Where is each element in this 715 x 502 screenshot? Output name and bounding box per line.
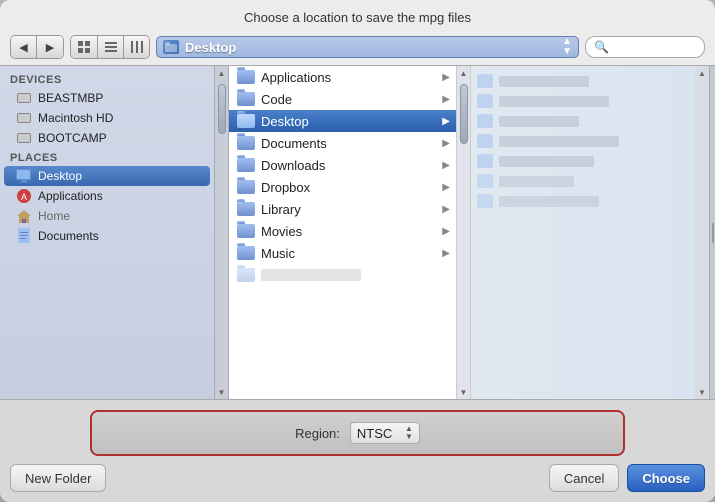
location-label: Desktop [185, 40, 562, 55]
folder-icon-music [237, 245, 255, 261]
sidebar-label-home: Home [38, 209, 70, 223]
bottom-section: Region: NTSC ▲ ▼ New Folder Cancel Choos… [0, 400, 715, 502]
folder-icon-downloads [237, 157, 255, 173]
file-item-blurred [229, 264, 456, 286]
location-dropdown[interactable]: Desktop ▲ ▼ [156, 36, 579, 58]
folder-icon-documents [237, 135, 255, 151]
location-arrows-icon: ▲ ▼ [562, 37, 572, 57]
save-dialog: Choose a location to save the mpg files … [0, 0, 715, 502]
right-buttons: Cancel Choose [549, 464, 705, 492]
file-list-container: Applications ▶ Code ▶ Desktop ▶ [229, 66, 715, 399]
chevron-right-icon-2: ▶ [442, 94, 450, 105]
search-icon: 🔍 [594, 40, 609, 54]
file-item-code[interactable]: Code ▶ [229, 88, 456, 110]
nav-buttons: ◀ ▶ [10, 35, 64, 59]
sidebar-label-desktop: Desktop [38, 169, 82, 183]
column-view-button[interactable] [123, 36, 149, 58]
folder-icon-movies [237, 223, 255, 239]
list-view-button[interactable] [97, 36, 123, 58]
sidebar-label-bootcamp: BOOTCAMP [38, 131, 107, 145]
region-select[interactable]: NTSC ▲ ▼ [350, 422, 420, 444]
location-folder-icon [163, 40, 179, 54]
file-item-library[interactable]: Library ▶ [229, 198, 456, 220]
choose-button[interactable]: Choose [627, 464, 705, 492]
file-label-movies: Movies [261, 224, 302, 239]
file-item-desktop[interactable]: Desktop ▶ [229, 110, 456, 132]
folder-icon-code [237, 91, 255, 107]
sub-column: ▲ ▼ [471, 66, 709, 399]
folder-icon-blurred [237, 267, 255, 283]
icon-view-button[interactable] [71, 36, 97, 58]
hdd-icon-beastmbp [16, 90, 32, 106]
hdd-icon-bootcamp [16, 130, 32, 146]
sidebar-label-documents: Documents [38, 229, 99, 243]
file-label-downloads: Downloads [261, 158, 325, 173]
sidebar-label-beastmbp: BEASTMBP [38, 91, 103, 105]
region-label: Region: [295, 426, 340, 441]
file-item-documents[interactable]: Documents ▶ [229, 132, 456, 154]
file-item-movies[interactable]: Movies ▶ [229, 220, 456, 242]
file-column-scrollbar[interactable]: ▲ ▼ [457, 66, 471, 399]
sidebar-item-beastmbp[interactable]: BEASTMBP [0, 88, 214, 108]
folder-icon-desktop [237, 113, 255, 129]
back-button[interactable]: ◀ [11, 36, 37, 58]
sub-column-scrollbar[interactable]: ▲ ▼ [695, 66, 709, 399]
search-input[interactable] [611, 40, 696, 54]
sidebar-item-documents[interactable]: Documents [0, 226, 214, 246]
chevron-right-icon-4: ▶ [442, 138, 450, 149]
toolbar: ◀ ▶ Desktop ▲ ▼ [0, 31, 715, 65]
region-box: Region: NTSC ▲ ▼ [90, 410, 625, 456]
file-label-applications: Applications [261, 70, 331, 85]
file-item-applications[interactable]: Applications ▶ [229, 66, 456, 88]
new-folder-button[interactable]: New Folder [10, 464, 106, 492]
chevron-right-icon: ▶ [442, 72, 450, 83]
sidebar-item-macintosh-hd[interactable]: Macintosh HD [0, 108, 214, 128]
browser-area: DEVICES BEASTMBP Macintosh HD [0, 65, 715, 400]
folder-icon-applications [237, 69, 255, 85]
folder-icon-dropbox [237, 179, 255, 195]
sidebar: DEVICES BEASTMBP Macintosh HD [0, 66, 215, 399]
folder-icon-library [237, 201, 255, 217]
sidebar-label-macintosh-hd: Macintosh HD [38, 111, 113, 125]
sidebar-item-home[interactable]: Home [0, 206, 214, 226]
applications-icon: A [16, 188, 32, 204]
hdd-icon-macintosh [16, 110, 32, 126]
devices-header: DEVICES [0, 70, 214, 88]
chevron-right-icon-7: ▶ [442, 204, 450, 215]
chevron-right-icon-9: ▶ [442, 248, 450, 259]
chevron-right-icon-3: ▶ [442, 116, 450, 127]
cancel-button[interactable]: Cancel [549, 464, 619, 492]
dialog-title: Choose a location to save the mpg files [0, 0, 715, 31]
documents-icon [16, 228, 32, 244]
sidebar-item-applications[interactable]: A Applications [0, 186, 214, 206]
file-label-music: Music [261, 246, 295, 261]
sidebar-label-applications: Applications [38, 189, 103, 203]
search-box: 🔍 [585, 36, 705, 58]
chevron-right-icon-8: ▶ [442, 226, 450, 237]
places-header: PLACES [0, 148, 214, 166]
file-label-code: Code [261, 92, 292, 107]
sidebar-scrollbar[interactable]: ▲ ▼ [215, 66, 229, 399]
view-buttons [70, 35, 150, 59]
action-buttons: New Folder Cancel Choose [10, 464, 705, 492]
file-item-music[interactable]: Music ▶ [229, 242, 456, 264]
desktop-icon [16, 168, 32, 184]
home-icon [16, 208, 32, 224]
file-item-dropbox[interactable]: Dropbox ▶ [229, 176, 456, 198]
file-item-downloads[interactable]: Downloads ▶ [229, 154, 456, 176]
chevron-right-icon-6: ▶ [442, 182, 450, 193]
file-column: Applications ▶ Code ▶ Desktop ▶ [229, 66, 457, 399]
file-label-dropbox: Dropbox [261, 180, 310, 195]
region-stepper-icon: ▲ ▼ [405, 425, 413, 441]
sidebar-item-bootcamp[interactable]: BOOTCAMP [0, 128, 214, 148]
file-label-desktop: Desktop [261, 114, 309, 129]
chevron-right-icon-5: ▶ [442, 160, 450, 171]
sidebar-item-desktop[interactable]: Desktop [4, 166, 210, 186]
svg-text:A: A [21, 192, 27, 202]
forward-button[interactable]: ▶ [37, 36, 63, 58]
region-value: NTSC [357, 426, 399, 441]
file-label-documents: Documents [261, 136, 327, 151]
file-label-library: Library [261, 202, 301, 217]
resize-handle[interactable] [709, 66, 715, 399]
